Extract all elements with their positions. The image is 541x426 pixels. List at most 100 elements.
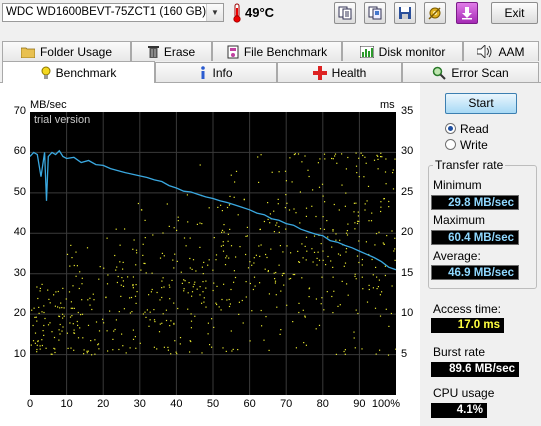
access-time-point bbox=[228, 298, 230, 301]
access-time-point bbox=[286, 245, 288, 247]
access-time-point bbox=[321, 297, 323, 299]
options-button[interactable] bbox=[424, 2, 446, 24]
access-time-point bbox=[190, 320, 193, 322]
access-time-point bbox=[36, 344, 38, 346]
write-radio-option[interactable]: Write bbox=[445, 138, 525, 152]
tab-disk-monitor[interactable]: Disk monitor bbox=[342, 41, 463, 61]
access-time-point bbox=[301, 277, 303, 279]
access-time-point bbox=[345, 168, 347, 170]
access-time-point bbox=[323, 309, 325, 311]
access-time-point bbox=[380, 152, 382, 154]
access-time-point bbox=[131, 311, 133, 313]
access-time-point bbox=[202, 273, 204, 275]
access-time-point bbox=[63, 315, 65, 317]
access-time-point bbox=[48, 298, 50, 300]
access-time-point bbox=[285, 180, 287, 182]
access-time-point bbox=[243, 199, 245, 201]
write-radio[interactable] bbox=[445, 139, 456, 150]
tab-health[interactable]: Health bbox=[277, 62, 402, 82]
access-time-point bbox=[98, 278, 100, 280]
access-time-point bbox=[353, 211, 355, 213]
access-time-point bbox=[99, 266, 101, 268]
access-time-point bbox=[390, 312, 392, 315]
access-time-point bbox=[139, 342, 141, 344]
access-time-point bbox=[232, 348, 234, 350]
access-time-point bbox=[365, 241, 367, 243]
access-time-point bbox=[259, 282, 261, 284]
access-time-point bbox=[375, 266, 377, 268]
access-time-point bbox=[191, 291, 194, 293]
drive-select[interactable]: WDC WD1600BEVT-75ZCT1 (160 GB) ▼ bbox=[2, 3, 224, 22]
access-time-point bbox=[388, 206, 390, 208]
save-button[interactable] bbox=[394, 2, 416, 24]
trash-icon bbox=[147, 46, 159, 58]
access-time-point bbox=[176, 353, 178, 355]
minimize-to-tray-button[interactable] bbox=[456, 2, 478, 24]
access-time-point bbox=[49, 322, 51, 324]
access-time-point bbox=[221, 210, 223, 212]
tab-folder-usage[interactable]: Folder Usage bbox=[2, 41, 131, 61]
read-radio[interactable] bbox=[445, 123, 456, 134]
tab-error-scan[interactable]: Error Scan bbox=[402, 62, 539, 82]
tab-aam[interactable]: AAM bbox=[463, 41, 539, 61]
access-time-point bbox=[58, 339, 60, 341]
access-time-point bbox=[62, 313, 64, 315]
tab-benchmark[interactable]: Benchmark bbox=[2, 61, 155, 83]
access-time-point bbox=[331, 295, 333, 298]
access-time-point bbox=[165, 309, 167, 311]
access-time-point bbox=[62, 317, 64, 319]
access-time-point bbox=[384, 265, 386, 267]
access-time-point bbox=[377, 158, 379, 160]
access-time-point bbox=[380, 201, 382, 203]
access-time-point bbox=[394, 248, 396, 250]
x-tick-label: 20 bbox=[97, 398, 110, 410]
access-time-point bbox=[347, 156, 349, 159]
access-time-point bbox=[317, 251, 319, 253]
access-time-point bbox=[356, 255, 359, 257]
read-radio-option[interactable]: Read bbox=[445, 122, 525, 136]
access-time-point bbox=[211, 318, 213, 320]
access-time-point bbox=[54, 305, 56, 307]
access-time-point bbox=[282, 251, 284, 253]
chevron-down-icon[interactable]: ▼ bbox=[206, 4, 223, 21]
tab-info[interactable]: Info bbox=[155, 62, 277, 82]
access-time-point bbox=[246, 235, 248, 237]
right-tick-label: 10 bbox=[401, 307, 414, 320]
access-time-point bbox=[364, 209, 366, 211]
access-time-point bbox=[315, 328, 317, 330]
access-time-point bbox=[83, 353, 85, 355]
start-button[interactable]: Start bbox=[445, 93, 517, 114]
access-time-point bbox=[34, 342, 36, 344]
access-time-point bbox=[202, 291, 204, 293]
access-time-point bbox=[174, 253, 176, 255]
access-time-point bbox=[127, 276, 129, 278]
copy-text-button[interactable] bbox=[334, 2, 356, 24]
access-time-point bbox=[288, 209, 291, 211]
access-time-point bbox=[377, 286, 379, 288]
access-time-point bbox=[298, 261, 301, 263]
left-tick-label: 40 bbox=[13, 226, 26, 239]
access-time-point bbox=[345, 232, 348, 234]
access-time-point bbox=[264, 268, 266, 270]
access-time-point bbox=[357, 312, 359, 315]
access-time-point bbox=[83, 349, 85, 351]
access-time-point bbox=[201, 223, 203, 225]
access-time-point bbox=[332, 266, 334, 268]
x-tick-label: 90 bbox=[353, 398, 366, 410]
access-time-point bbox=[276, 306, 278, 308]
access-time-point bbox=[285, 228, 287, 230]
access-time-point bbox=[345, 251, 347, 253]
access-time-point bbox=[253, 257, 255, 259]
tab-erase[interactable]: Erase bbox=[131, 41, 212, 61]
access-time-point bbox=[322, 250, 324, 252]
access-time-point bbox=[124, 228, 126, 230]
tab-file-benchmark[interactable]: File Benchmark bbox=[212, 41, 342, 61]
access-time-point bbox=[280, 329, 282, 331]
access-time-point bbox=[208, 207, 210, 209]
tab-label: AAM bbox=[498, 44, 525, 59]
exit-button[interactable]: Exit bbox=[491, 2, 538, 24]
access-time-point bbox=[315, 215, 317, 218]
access-time-point bbox=[274, 280, 277, 282]
access-time-point bbox=[394, 158, 396, 160]
copy-info-button[interactable] bbox=[364, 2, 386, 24]
